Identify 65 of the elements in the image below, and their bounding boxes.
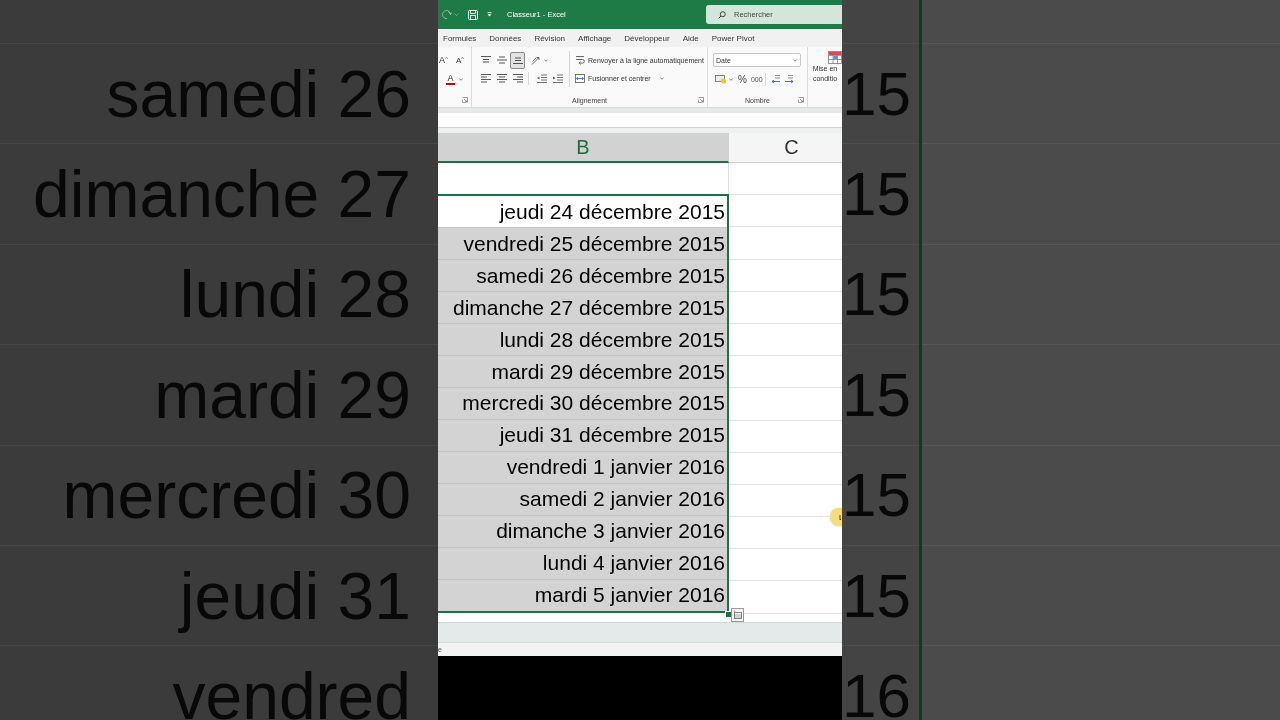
wrap-text-icon (575, 55, 585, 65)
caret-up-icon (461, 56, 465, 59)
ribbon-tab[interactable]: Aide (676, 29, 706, 47)
ribbon-tab[interactable]: Développeur (617, 29, 677, 47)
ribbon-tab[interactable]: Affichage (571, 29, 618, 47)
sheet-cell: samedi 26 décembre 2015 (438, 260, 727, 293)
decimal-arrow-icon[interactable] (783, 74, 794, 84)
font-size-button[interactable]: A (439, 51, 456, 69)
banknote-icon[interactable] (715, 74, 727, 84)
corner-arrow-icon[interactable] (462, 97, 468, 103)
zoomed-year-text: 15 (842, 363, 911, 426)
lines-icon (511, 55, 524, 65)
sheet-cell: vendredi 25 décembre 2015 (438, 228, 727, 261)
sheet-cell: dimanche 27 décembre 2015 (438, 292, 727, 325)
sheet-cell: mardi 29 décembre 2015 (438, 356, 727, 388)
ribbon-tab[interactable]: Révision (527, 29, 572, 47)
sheet-cell: samedi 2 janvier 2016 (438, 483, 727, 516)
caret-down-icon (793, 58, 797, 62)
zoomed-year-text: 15 (842, 163, 911, 226)
zoomed-year-text: 16 (842, 665, 911, 720)
zoomed-year-text: 15 (842, 464, 911, 527)
decimal-arrow-icon[interactable] (770, 74, 781, 84)
lines-icon (479, 73, 492, 83)
search-icon (718, 10, 726, 19)
caret-down-icon (659, 76, 664, 80)
zoomed-year-text: 15 (842, 62, 911, 125)
caret-down-icon (459, 77, 463, 81)
caret-down-icon[interactable] (544, 58, 548, 62)
font-color-button[interactable]: A (446, 70, 463, 88)
sheet-cell: lundi 4 janvier 2016 (438, 547, 727, 580)
align-bottom-button[interactable] (510, 51, 525, 69)
lines-icon (511, 73, 524, 83)
column-header[interactable]: C (729, 133, 842, 163)
outdent-icon[interactable] (536, 73, 547, 83)
zoomed-year-text: 15 (842, 564, 911, 627)
ribbon-tab[interactable]: Données (482, 29, 528, 47)
lines-icon (495, 73, 508, 83)
zoomed-year-text: 15 (842, 263, 911, 326)
sheet-cell: jeudi 31 décembre 2015 (438, 419, 727, 452)
sheet-cell: dimanche 3 janvier 2016 (438, 515, 727, 548)
sheet-cell: mercredi 30 décembre 2015 (438, 388, 727, 420)
percent-button[interactable]: % (738, 73, 747, 85)
lines-icon (479, 55, 492, 65)
corner-arrow-icon[interactable] (798, 97, 804, 103)
table-icon (733, 610, 742, 620)
font-size-button[interactable]: A (456, 51, 470, 69)
lines-icon (495, 55, 508, 65)
swatch-icon (446, 82, 455, 85)
quick-analysis-button[interactable] (731, 607, 744, 622)
sheet-cell: lundi 28 décembre 2015 (438, 324, 727, 357)
caret-up-icon (445, 56, 448, 59)
cursor-highlight-icon (829, 507, 842, 527)
slanted-arrow-icon[interactable] (531, 55, 541, 65)
formula-bar-field[interactable] (438, 113, 842, 128)
indent-icon[interactable] (552, 73, 563, 83)
merge-cells-icon (575, 73, 585, 83)
sheet-cell: mardi 5 janvier 2016 (438, 579, 727, 611)
corner-arrow-icon[interactable] (698, 97, 704, 103)
sheet-cell: vendredi 1 janvier 2016 (438, 451, 727, 484)
customize-caret-icon[interactable] (487, 12, 492, 17)
ribbon-tab[interactable]: Formules (438, 29, 483, 47)
save-icon[interactable] (468, 9, 478, 20)
column-header[interactable]: B (438, 133, 729, 163)
caret-down-icon[interactable] (729, 77, 733, 81)
ribbon-tab[interactable]: Power Pivot (705, 29, 761, 47)
